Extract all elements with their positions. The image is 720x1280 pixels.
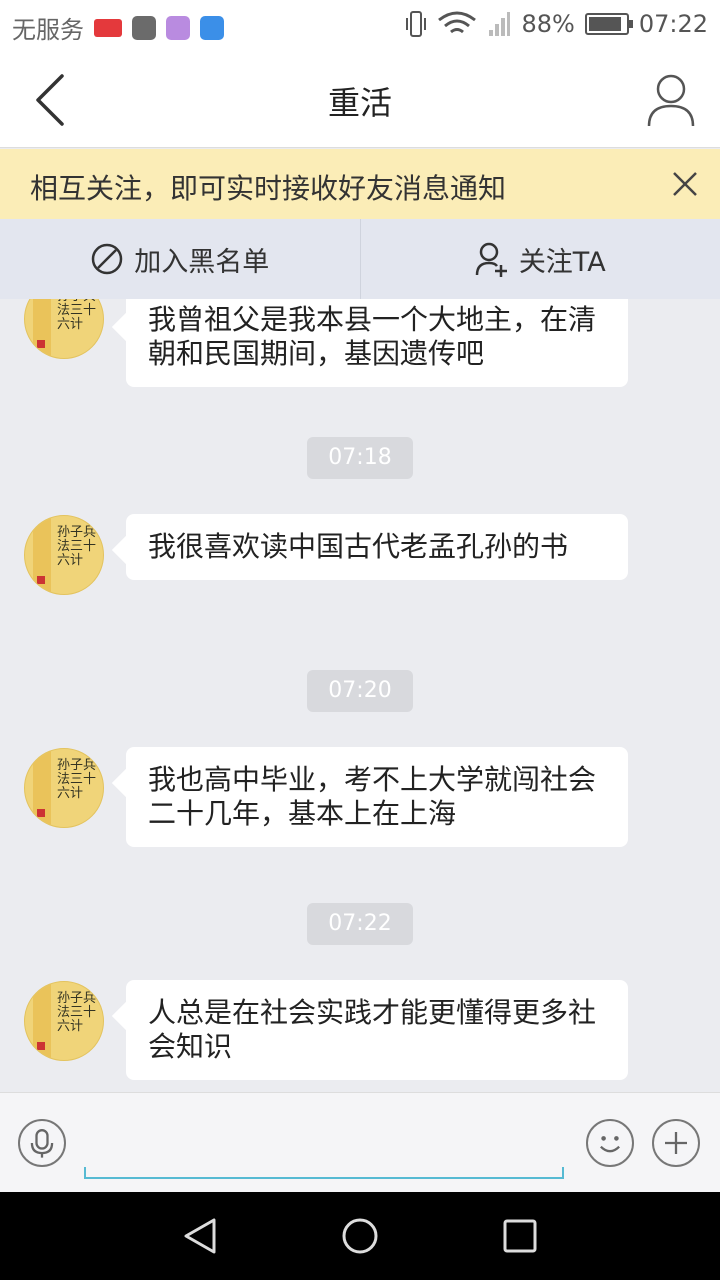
message-timestamp: 07:18 [307, 437, 413, 479]
chat-header: 重活 [0, 50, 720, 148]
add-user-icon [475, 242, 507, 277]
avatar-notification-icon [132, 15, 156, 40]
input-bar [0, 1092, 720, 1192]
battery-level-fill [588, 17, 621, 31]
message-bubble[interactable]: 我很喜欢读中国古代老孟孔孙的书 [126, 514, 628, 580]
message-timestamp: 07:22 [307, 903, 413, 945]
message-input[interactable] [84, 1133, 564, 1179]
recents-square-icon[interactable] [500, 1216, 540, 1256]
avatar-book-title: 孙子兵法三十六计 [57, 525, 97, 568]
close-icon[interactable] [672, 171, 698, 197]
clock: 07:22 [638, 10, 708, 38]
message-bubble[interactable]: 我曾祖父是我本县一个大地主，在清朝和民国期间，基因遗传吧 [126, 299, 628, 387]
home-circle-icon[interactable] [340, 1216, 380, 1256]
shield-app-icon [200, 15, 224, 40]
carrier-text: 无服务 [12, 16, 84, 44]
contact-avatar[interactable]: 孙子兵法三十六计 [24, 515, 104, 595]
battery-percent: 88% [521, 10, 575, 38]
status-bar: 无服务 88% 07:22 [0, 0, 720, 50]
wifi-icon [438, 11, 477, 34]
message-timestamp: 07:20 [307, 670, 413, 712]
notice-text: 相互关注，即可实时接收好友消息通知 [30, 172, 507, 205]
user-icon[interactable] [646, 72, 696, 128]
message-bubble[interactable]: 人总是在社会实践才能更懂得更多社会知识 [126, 980, 628, 1080]
contact-avatar[interactable]: 孙子兵法三十六计 [24, 748, 104, 828]
follow-notice-banner: 相互关注，即可实时接收好友消息通知 [0, 149, 720, 219]
avatar-book-title: 孙子兵法三十六计 [57, 758, 97, 801]
follow-button[interactable]: 关注TA [359, 219, 720, 299]
gallery-app-icon [166, 15, 190, 40]
block-icon [92, 243, 123, 275]
message-list[interactable]: 孙子兵法三十六计 我曾祖父是我本县一个大地主，在清朝和民国期间，基因遗传吧 07… [0, 299, 720, 1092]
avatar-book-title: 孙子兵法三十六计 [57, 991, 97, 1034]
back-triangle-icon[interactable] [180, 1216, 220, 1256]
avatar-book-title: 孙子兵法三十六计 [57, 299, 97, 332]
plus-icon[interactable] [652, 1119, 700, 1167]
add-to-blacklist-button[interactable]: 加入黑名单 [0, 219, 360, 299]
microphone-icon[interactable] [18, 1119, 66, 1167]
signal-icon [489, 12, 511, 36]
toutiao-app-icon [94, 18, 122, 37]
system-navigation-bar [0, 1192, 720, 1280]
emoji-icon[interactable] [586, 1119, 634, 1167]
blacklist-label: 加入黑名单 [134, 246, 270, 278]
contact-avatar[interactable]: 孙子兵法三十六计 [24, 299, 104, 359]
message-bubble[interactable]: 我也高中毕业，考不上大学就闯社会二十几年，基本上在上海 [126, 747, 628, 847]
battery-icon [584, 13, 633, 35]
vibrate-icon [406, 11, 427, 37]
contact-avatar[interactable]: 孙子兵法三十六计 [24, 981, 104, 1061]
follow-label: 关注TA [518, 246, 606, 278]
page-title: 重活 [327, 84, 392, 122]
action-bar: 加入黑名单 关注TA [0, 219, 720, 299]
